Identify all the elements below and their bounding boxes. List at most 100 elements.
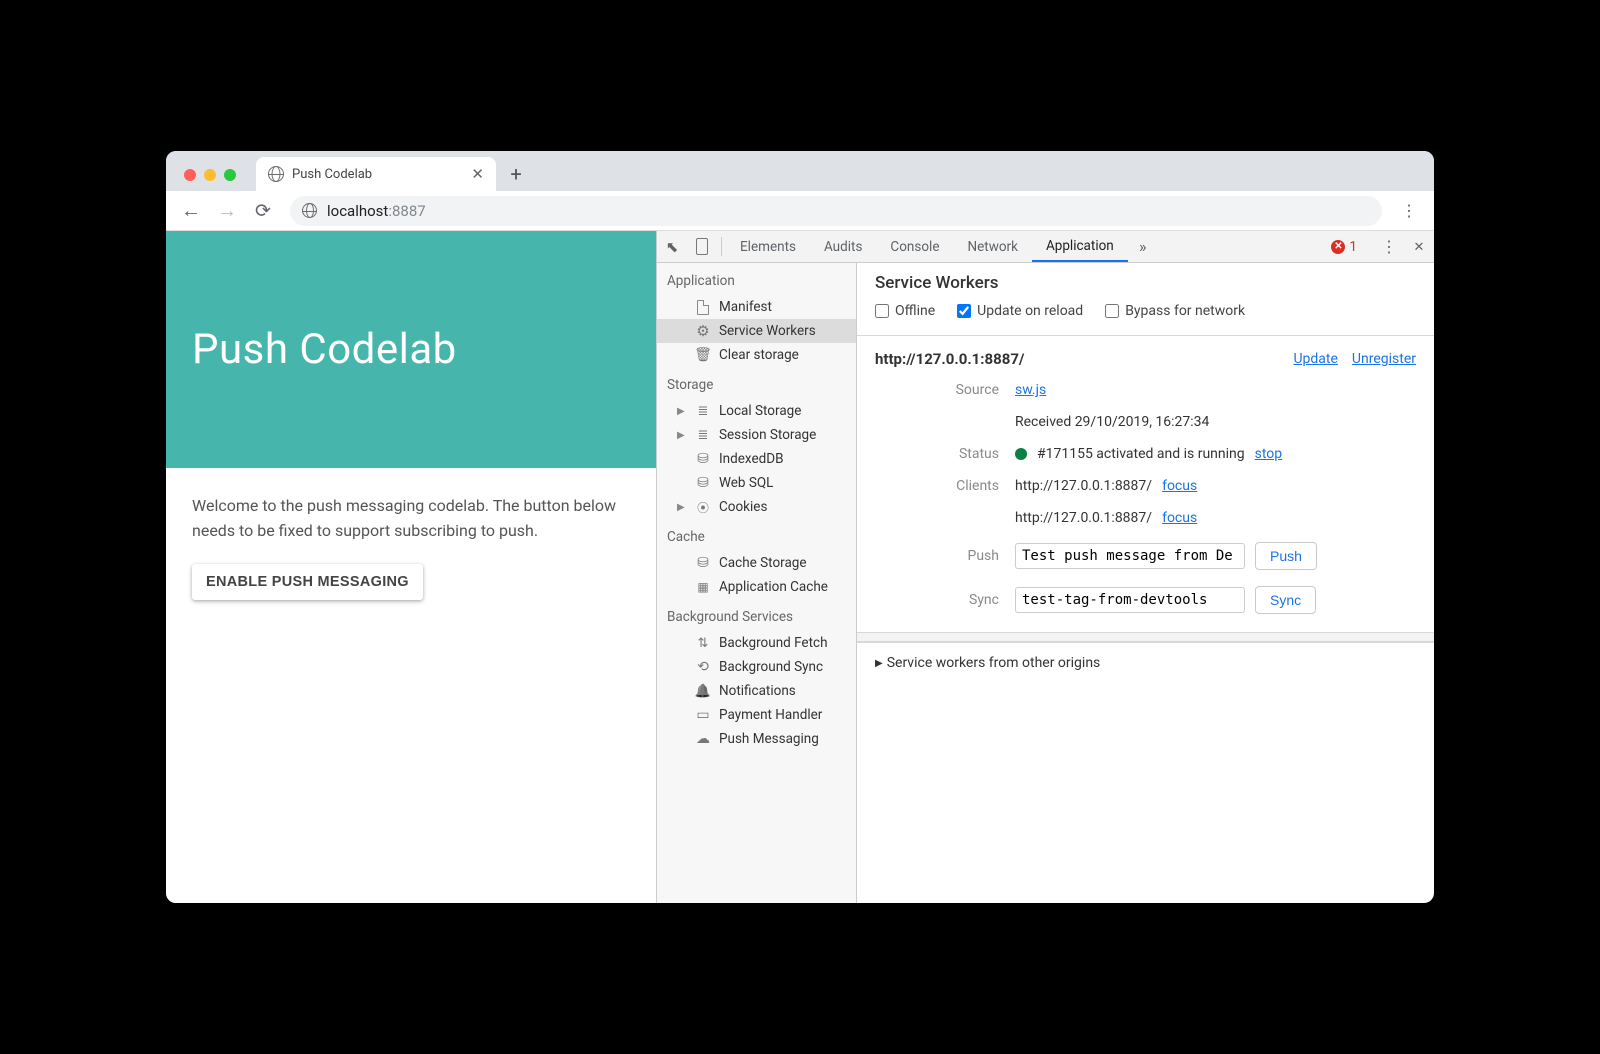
browser-menu-button[interactable] (1394, 200, 1424, 221)
browser-tab[interactable]: Push Codelab ✕ (256, 157, 496, 191)
enable-push-button[interactable]: ENABLE PUSH MESSAGING (192, 564, 423, 600)
close-window-button[interactable] (184, 169, 196, 181)
db-icon (695, 427, 711, 443)
sidebar-item-label: Notifications (719, 683, 796, 699)
minimize-window-button[interactable] (204, 169, 216, 181)
sidebar-item-label: Local Storage (719, 403, 801, 419)
close-devtools-button[interactable] (1404, 239, 1434, 255)
sidebar-item-application-cache[interactable]: Application Cache (657, 575, 856, 599)
devtools-tab-console[interactable]: Console (876, 231, 953, 262)
reload-button[interactable] (248, 196, 278, 226)
devtools-tab-network[interactable]: Network (953, 231, 1031, 262)
service-workers-panel: Service Workers Offline Update on reload… (857, 263, 1434, 903)
devtools-tab-elements[interactable]: Elements (726, 231, 810, 262)
chevron-right-icon (1139, 237, 1147, 256)
row-status: Status #171155 activated and is running … (857, 438, 1434, 470)
unregister-link[interactable]: Unregister (1352, 351, 1416, 367)
sidebar-item-cookies[interactable]: ▶Cookies (657, 495, 856, 519)
sidebar-item-label: Cookies (719, 499, 767, 515)
origin-url: http://127.0.0.1:8887/ (875, 350, 1025, 368)
sidebar-heading: Background Services (657, 599, 856, 631)
sidebar-item-manifest[interactable]: Manifest (657, 295, 856, 319)
devtools-body: ApplicationManifestService WorkersClear … (657, 263, 1434, 903)
client-url: http://127.0.0.1:8887/ (1015, 478, 1152, 494)
close-tab-icon[interactable]: ✕ (471, 165, 484, 183)
triangle-right-icon: ▶ (875, 658, 883, 669)
sidebar-item-label: Payment Handler (719, 707, 822, 723)
tab-strip: Push Codelab ✕ + (166, 151, 1434, 191)
browser-toolbar: localhost:8887 (166, 191, 1434, 231)
other-origins-label: Service workers from other origins (887, 655, 1101, 671)
sidebar-item-background-fetch[interactable]: Background Fetch (657, 631, 856, 655)
content-area: Push Codelab Welcome to the push messagi… (166, 231, 1434, 903)
devtools-menu-button[interactable] (1374, 237, 1404, 256)
focus-link[interactable]: focus (1162, 510, 1197, 526)
bypass-network-checkbox[interactable]: Bypass for network (1105, 303, 1245, 319)
push-input[interactable] (1015, 543, 1245, 569)
forward-button[interactable] (212, 196, 242, 226)
sidebar-item-session-storage[interactable]: ▶Session Storage (657, 423, 856, 447)
devtools-tab-application[interactable]: Application (1032, 231, 1128, 262)
client-url: http://127.0.0.1:8887/ (1015, 510, 1152, 526)
doc-icon (695, 299, 711, 315)
maximize-window-button[interactable] (224, 169, 236, 181)
sidebar-item-push-messaging[interactable]: Push Messaging (657, 727, 856, 751)
sidebar-item-payment-handler[interactable]: Payment Handler (657, 703, 856, 727)
address-bar[interactable]: localhost:8887 (290, 196, 1382, 226)
sidebar-item-local-storage[interactable]: ▶ Local Storage (657, 399, 856, 423)
update-checkbox-input[interactable] (957, 304, 971, 318)
update-link[interactable]: Update (1293, 351, 1337, 367)
bypass-checkbox-input[interactable] (1105, 304, 1119, 318)
inspect-icon (666, 238, 679, 256)
received-text: Received 29/10/2019, 16:27:34 (1015, 414, 1209, 430)
update-on-reload-checkbox[interactable]: Update on reload (957, 303, 1083, 319)
tab-title: Push Codelab (292, 167, 463, 182)
row-clients-0: Clients http://127.0.0.1:8887/ focus (857, 470, 1434, 502)
back-button[interactable] (176, 196, 206, 226)
more-tabs-button[interactable] (1128, 231, 1158, 262)
devtools-tab-audits[interactable]: Audits (810, 231, 876, 262)
stop-link[interactable]: stop (1255, 446, 1283, 462)
caret-icon: ▶ (677, 406, 687, 417)
globe-icon (302, 203, 317, 218)
error-badge[interactable]: ✕ 1 (1323, 239, 1365, 255)
offline-checkbox[interactable]: Offline (875, 303, 935, 319)
sidebar-item-web-sql[interactable]: Web SQL (657, 471, 856, 495)
sidebar-item-label: Manifest (719, 299, 772, 315)
sidebar-item-notifications[interactable]: Notifications (657, 679, 856, 703)
other-origins-toggle[interactable]: ▶ Service workers from other origins (857, 642, 1434, 683)
sidebar-item-label: Service Workers (719, 323, 816, 339)
inspect-button[interactable] (657, 231, 687, 262)
panel-options: Offline Update on reload Bypass for netw… (875, 303, 1416, 319)
label-sync: Sync (875, 592, 1015, 608)
focus-link[interactable]: focus (1162, 478, 1197, 494)
disk-icon (695, 451, 711, 467)
device-toggle-button[interactable] (687, 231, 717, 262)
sync-button[interactable]: Sync (1255, 586, 1316, 614)
sidebar-item-cache-storage[interactable]: Cache Storage (657, 551, 856, 575)
push-button[interactable]: Push (1255, 542, 1317, 570)
panel-header: Service Workers Offline Update on reload… (857, 263, 1434, 336)
close-icon (1414, 239, 1425, 255)
arrow-left-icon (181, 198, 201, 223)
status-text: #171155 activated and is running (1037, 446, 1245, 462)
label-push: Push (875, 548, 1015, 564)
vertical-dots-icon (1401, 200, 1417, 221)
source-file-link[interactable]: sw.js (1015, 382, 1046, 398)
offline-checkbox-input[interactable] (875, 304, 889, 318)
card-icon (695, 707, 711, 723)
new-tab-button[interactable]: + (502, 160, 530, 188)
intro-text: Welcome to the push messaging codelab. T… (192, 494, 630, 544)
sidebar-item-background-sync[interactable]: Background Sync (657, 655, 856, 679)
sidebar-item-service-workers[interactable]: Service Workers (657, 319, 856, 343)
panel-gap (857, 632, 1434, 642)
vertical-dots-icon (1381, 237, 1397, 256)
sync-icon (695, 659, 711, 675)
disk-icon (695, 555, 711, 571)
sidebar-item-clear-storage[interactable]: Clear storage (657, 343, 856, 367)
sidebar-item-indexeddb[interactable]: IndexedDB (657, 447, 856, 471)
bell-icon (695, 683, 711, 699)
sidebar-item-label: Background Fetch (719, 635, 828, 651)
trash-icon (695, 347, 711, 363)
sync-input[interactable] (1015, 587, 1245, 613)
